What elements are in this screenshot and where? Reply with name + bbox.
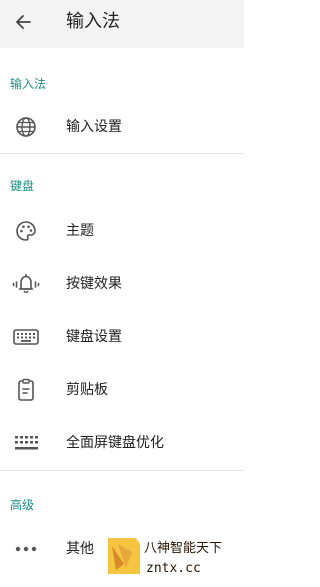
list-item-keyboard-settings[interactable]: 键盘设置 xyxy=(0,311,244,363)
globe-icon xyxy=(12,115,40,139)
back-arrow-icon xyxy=(16,15,31,29)
app-bar: 输入法 xyxy=(0,0,244,48)
divider xyxy=(0,470,244,471)
back-button[interactable] xyxy=(6,5,40,39)
list-item-label: 键盘设置 xyxy=(66,329,122,345)
list-item-label: 输入设置 xyxy=(66,119,122,135)
divider xyxy=(0,153,244,154)
more-dots-icon xyxy=(12,537,40,561)
watermark-line2: zntx.cc xyxy=(146,561,201,576)
vibrating-bell-icon xyxy=(12,272,40,296)
palette-icon xyxy=(12,219,40,243)
section-title-input-method: 输入法 xyxy=(10,77,47,91)
section-title-keyboard: 键盘 xyxy=(10,179,35,193)
list-item-clipboard[interactable]: 剪贴板 xyxy=(0,364,244,416)
watermark: 八神智能天下 zntx.cc xyxy=(102,530,244,587)
list-item-input-settings[interactable]: 输入设置 xyxy=(0,101,244,153)
list-item-label: 主题 xyxy=(66,223,94,239)
list-item-label: 按键效果 xyxy=(66,276,122,292)
watermark-logo-icon xyxy=(108,538,140,574)
keyboard-grid-icon xyxy=(12,431,40,455)
keyboard-icon xyxy=(12,325,40,349)
clipboard-icon xyxy=(12,378,40,402)
list-item-label: 全面屏键盘优化 xyxy=(66,435,164,451)
section-title-advanced: 高级 xyxy=(10,498,35,512)
list-item-label: 剪贴板 xyxy=(66,382,108,398)
list-item-key-effect[interactable]: 按键效果 xyxy=(0,258,244,310)
list-item-label: 其他 xyxy=(66,541,94,557)
list-item-theme[interactable]: 主题 xyxy=(0,205,244,257)
list-item-fullscreen-keyboard-optimization[interactable]: 全面屏键盘优化 xyxy=(0,417,244,469)
page-title: 输入法 xyxy=(66,11,120,32)
watermark-line1: 八神智能天下 xyxy=(144,541,223,556)
